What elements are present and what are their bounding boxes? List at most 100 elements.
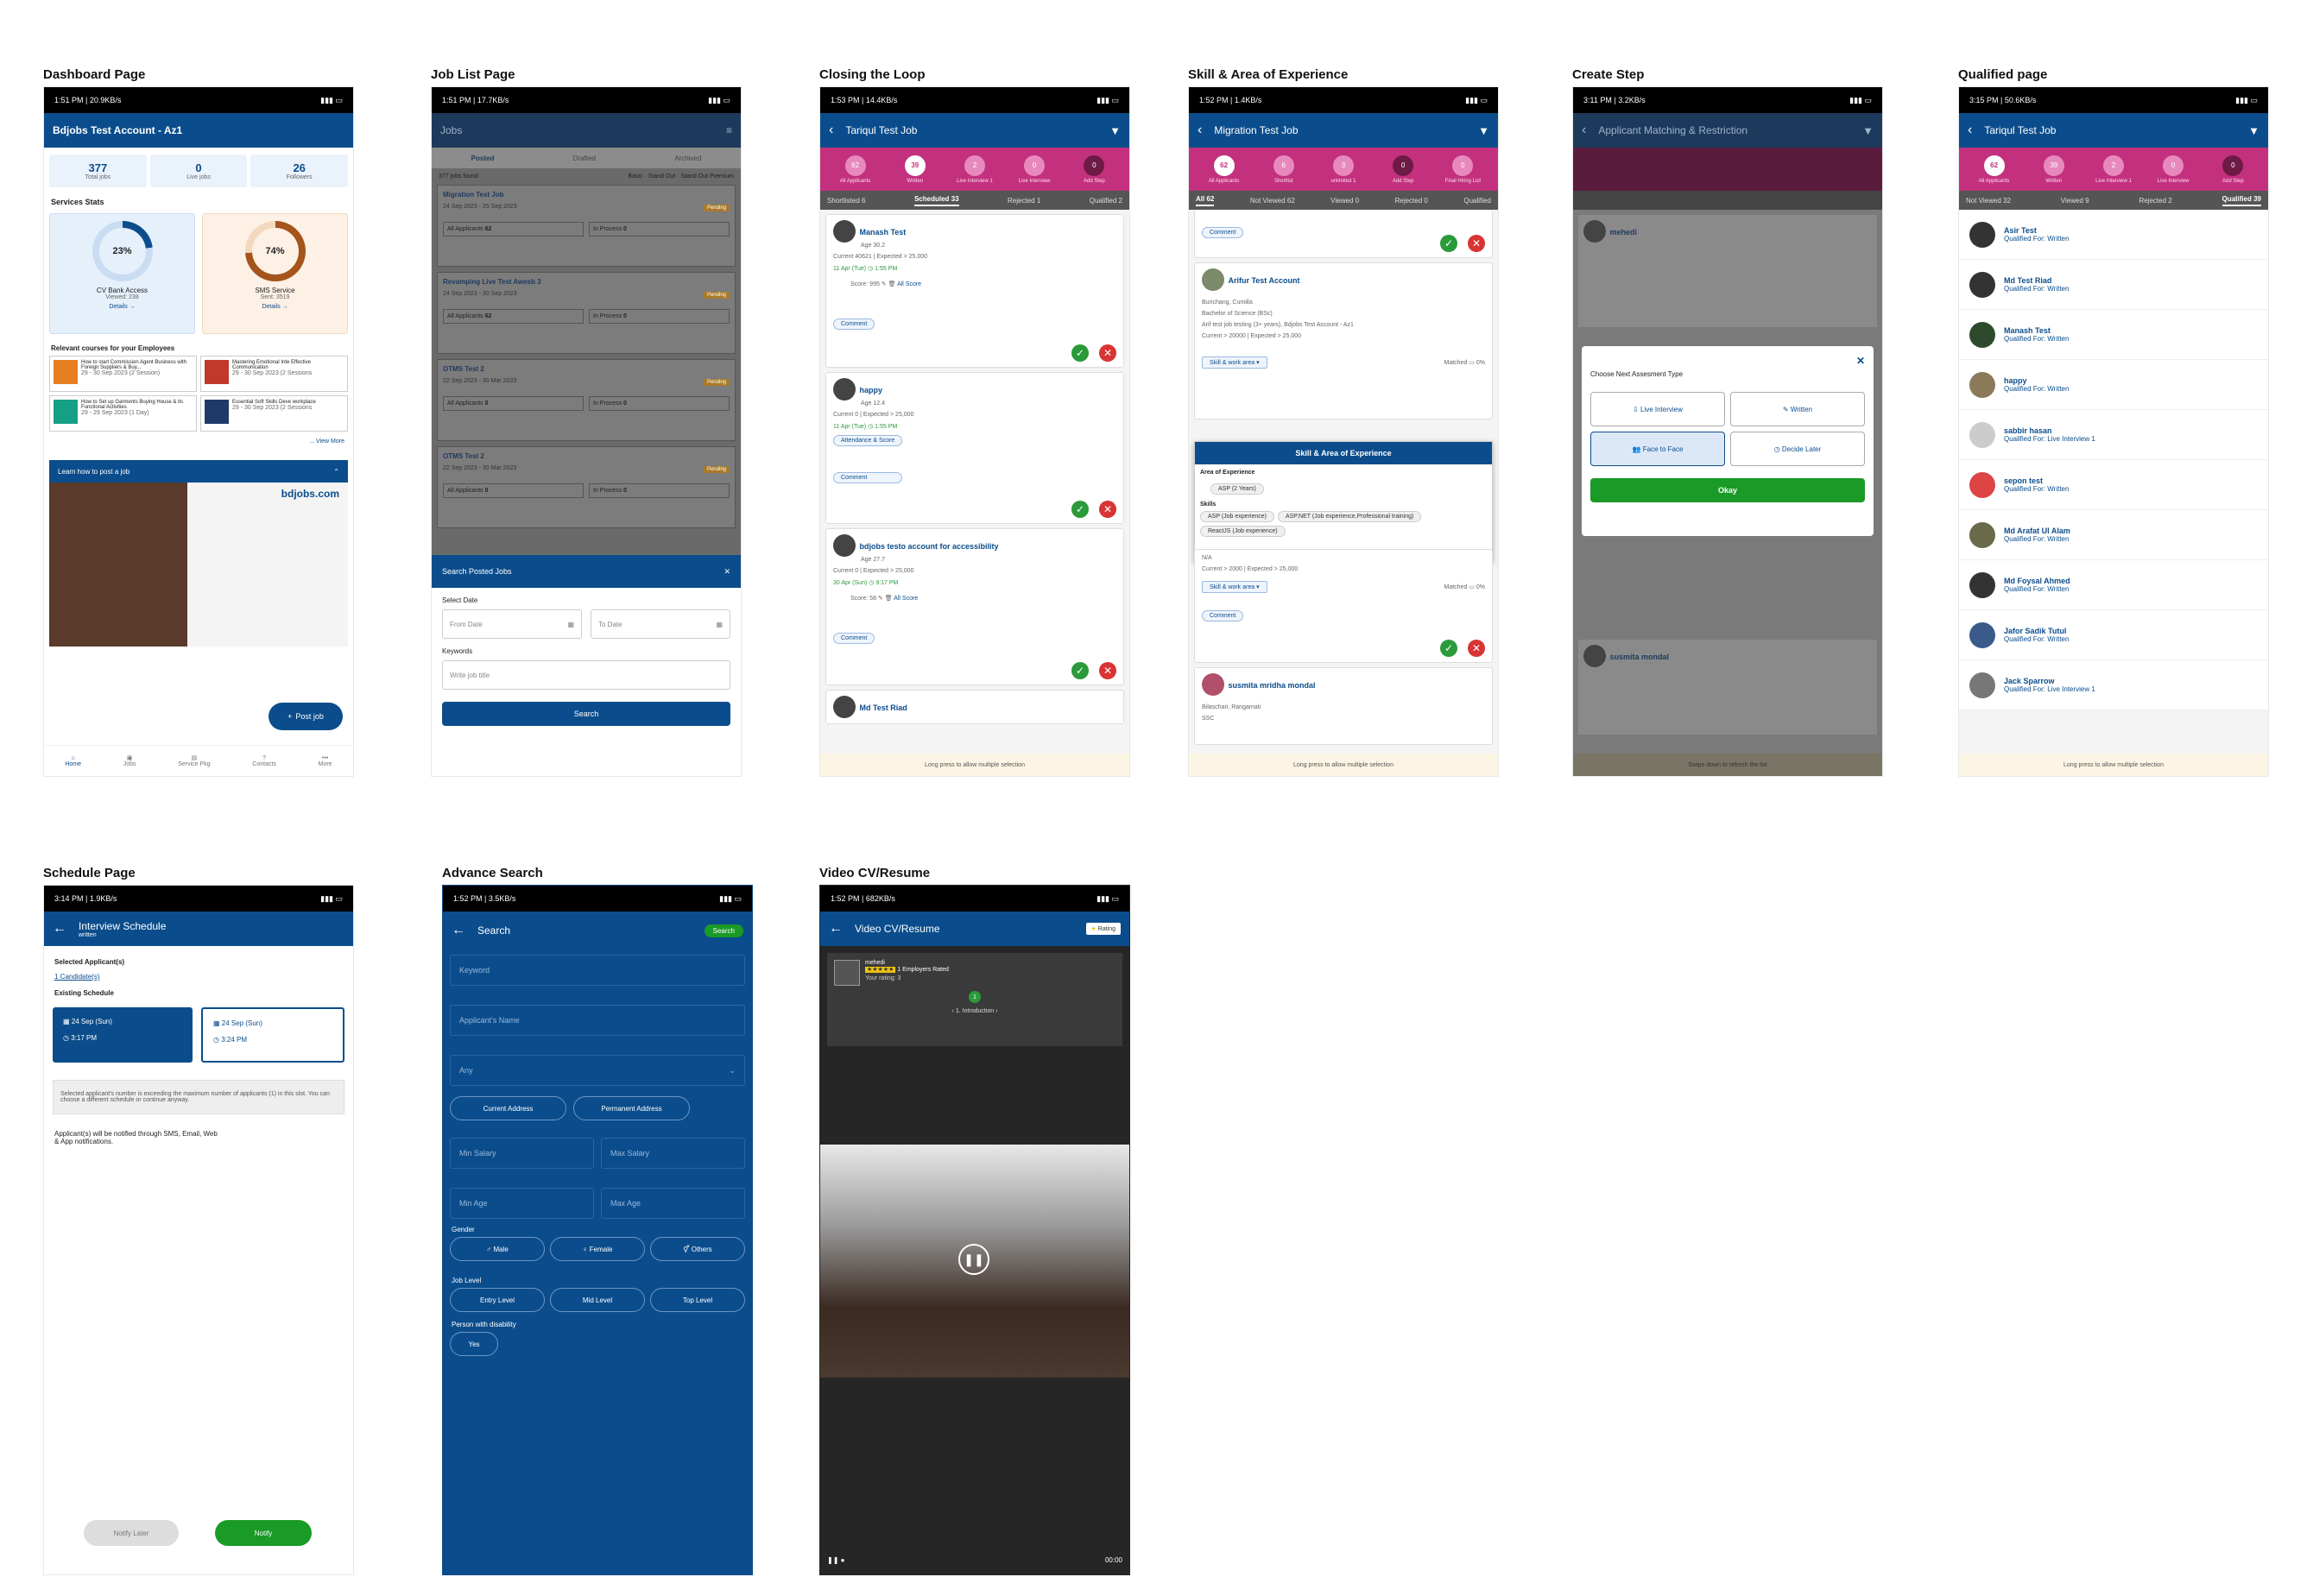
skill-work-dropdown[interactable]: Skill & work area ▾ — [1202, 581, 1267, 593]
check-icon[interactable]: ✓ — [1071, 662, 1089, 679]
rating-button[interactable]: ★ Rating — [1085, 923, 1121, 935]
course-card[interactable]: How to Set up Garments Buying House & it… — [49, 395, 197, 432]
post-job-button[interactable]: + Post job — [269, 703, 343, 730]
applicant-name[interactable]: happy — [859, 386, 882, 394]
back-arrow-icon[interactable]: ‹ — [1968, 123, 1972, 138]
tab-archived[interactable]: Archived — [674, 155, 701, 162]
job-card[interactable]: Revamping Live Test Awesb 3 24 Sep 2023 -… — [437, 272, 736, 354]
view-more-link[interactable]: ... View More — [44, 432, 353, 451]
applicant-name[interactable]: Manash Test — [859, 228, 906, 237]
close-icon[interactable]: ✕ — [724, 567, 730, 577]
comment-chip[interactable]: Comment — [833, 319, 875, 330]
comment-chip[interactable]: Comment — [1202, 227, 1244, 238]
step[interactable]: 62 All Applicants — [1976, 155, 2013, 184]
job-card[interactable]: OTMS Test 2 22 Sep 2023 - 30 Mar 2023 Pend… — [437, 359, 736, 441]
step[interactable]: 3 unlimited 1 — [1325, 155, 1362, 184]
close-icon[interactable]: ✕ — [1590, 355, 1865, 367]
tab-all[interactable]: All 62 — [1196, 195, 1215, 206]
applicant-card-partial[interactable]: Comment ✓ ✕ — [1194, 210, 1493, 258]
back-arrow-icon[interactable]: ← — [53, 921, 66, 937]
keyword-input[interactable]: Write job title — [442, 660, 730, 690]
question-badge[interactable]: 1 — [969, 991, 981, 1003]
applicant-card[interactable]: Manash Test Age 30.2 Current 40621 | Exp… — [825, 214, 1124, 368]
sms-card[interactable]: 74% SMS Service Sent: 3519 Details → — [202, 213, 348, 334]
any-select[interactable]: Any ⌄ — [450, 1055, 745, 1086]
list-item[interactable]: Manash Test Qualified For: Written — [1959, 310, 2268, 360]
video-thumbnail[interactable]: bdjobs.com — [49, 483, 348, 647]
others-pill[interactable]: ⚥ Others — [650, 1237, 745, 1261]
filter-icon[interactable]: ▼ — [2248, 124, 2259, 137]
applicant-card[interactable]: happy Age 12.4 Current 0 | Expected > 25… — [825, 372, 1124, 524]
all-score-link[interactable]: All Score — [894, 596, 918, 602]
all-applicants[interactable]: All Applicants 0 — [443, 483, 584, 498]
pause-small-icon[interactable]: ❚❚ ● — [827, 1556, 844, 1564]
option-written[interactable]: ✎ Written — [1730, 392, 1865, 426]
nav-more[interactable]: ••• More — [319, 755, 332, 767]
tab-not-viewed[interactable]: Not Viewed 32 — [1966, 197, 2011, 205]
in-process[interactable]: In Process 0 — [589, 483, 730, 498]
intro-row[interactable]: ‹ 1. Introduction › — [834, 1008, 1115, 1014]
reject-icon[interactable]: ✕ — [1099, 662, 1116, 679]
applicant-name[interactable]: bdjobs testo account for accessibility — [859, 542, 998, 551]
tab-scheduled[interactable]: Scheduled 33 — [913, 195, 959, 206]
tab-viewed[interactable]: Viewed 0 — [1330, 197, 1359, 205]
all-score-link[interactable]: All Score — [897, 281, 921, 287]
applicant-card[interactable]: susmita mridha mondal Bilaschari, Rangam… — [1194, 667, 1493, 745]
course-card[interactable]: Essential Soft Skills Deve workplace 29 -… — [200, 395, 348, 432]
notify-later-button[interactable]: Notify Later — [84, 1520, 179, 1546]
tab-posted[interactable]: Posted — [471, 155, 495, 162]
in-process[interactable]: In Process 0 — [589, 309, 730, 324]
back-arrow-icon[interactable]: ‹ — [1198, 123, 1202, 138]
step[interactable]: 0 Live Interview — [2155, 155, 2191, 184]
tab-qualified[interactable]: Qualified — [1463, 197, 1491, 205]
filter-icon[interactable]: ▼ — [1109, 124, 1121, 137]
cv-bank-card[interactable]: 23% CV Bank Access Viewed: 238 Details → — [49, 213, 195, 334]
tab-not-viewed[interactable]: Not Viewed 62 — [1250, 197, 1295, 205]
notify-button[interactable]: Notify — [215, 1520, 312, 1546]
candidates-link[interactable]: 1 Candidate(s) — [44, 969, 353, 984]
course-card[interactable]: How to start Commission Agent Business w… — [49, 356, 197, 392]
option-face-to-face[interactable]: 👥 Face to Face — [1590, 432, 1725, 466]
applicant-name[interactable]: susmita mridha mondal — [1228, 681, 1315, 690]
course-card[interactable]: Mastering Emotional Inte Effective Commu… — [200, 356, 348, 392]
menu-icon[interactable]: ≡ — [726, 124, 732, 136]
min-salary-field[interactable]: Min Salary — [450, 1138, 594, 1169]
pause-icon[interactable]: ❚❚ — [958, 1244, 989, 1275]
female-pill[interactable]: ♀ Female — [550, 1237, 645, 1261]
from-date-field[interactable]: From Date ▦ — [442, 609, 582, 639]
in-process[interactable]: In Process 0 — [589, 396, 730, 411]
reject-icon[interactable]: ✕ — [1468, 235, 1485, 252]
step[interactable]: 0 Live Interview — [1016, 155, 1052, 184]
mid-level-pill[interactable]: Mid Level — [550, 1288, 645, 1312]
back-arrow-icon[interactable]: ‹ — [829, 123, 833, 138]
applicant-name[interactable]: Arifur Test Account — [1228, 276, 1299, 285]
cv-details-link[interactable]: Details → — [50, 304, 194, 310]
applicant-card[interactable]: Md Test Riad — [825, 690, 1124, 724]
nav-jobs[interactable]: ▣ Jobs — [123, 754, 136, 767]
check-icon[interactable]: ✓ — [1440, 235, 1457, 252]
check-icon[interactable]: ✓ — [1071, 501, 1089, 518]
applicant-card[interactable]: bdjobs testo account for accessibility A… — [825, 528, 1124, 685]
list-item[interactable]: Md Test Riad Qualified For: Written — [1959, 260, 2268, 310]
check-icon[interactable]: ✓ — [1440, 640, 1457, 657]
step[interactable]: 39 Written — [897, 155, 933, 184]
permanent-address-pill[interactable]: Permanent Address — [573, 1096, 690, 1120]
in-process[interactable]: In Process 0 — [589, 222, 730, 237]
step[interactable]: 62 All Applicants — [1206, 155, 1242, 184]
step[interactable]: 39 Written — [2036, 155, 2072, 184]
option-live-interview[interactable]: ⇩ Live Interview — [1590, 392, 1725, 426]
yes-pill[interactable]: Yes — [450, 1332, 498, 1356]
list-item[interactable]: Jafor Sadik Tutul Qualified For: Written — [1959, 610, 2268, 660]
filter-icon[interactable]: ▼ — [1862, 124, 1874, 137]
nav-service[interactable]: ▤ Service Pkg — [178, 754, 210, 767]
back-arrow-icon[interactable]: ← — [829, 921, 843, 937]
applicant-name-field[interactable]: Applicant's Name — [450, 1005, 745, 1036]
list-item[interactable]: Asir Test Qualified For: Written — [1959, 210, 2268, 260]
current-address-pill[interactable]: Current Address — [450, 1096, 566, 1120]
step[interactable]: 0 Add Step — [1076, 155, 1112, 184]
filter-icon[interactable]: ▼ — [1478, 124, 1489, 137]
reject-icon[interactable]: ✕ — [1099, 501, 1116, 518]
attendance-chip[interactable]: Attendance & Score — [833, 435, 903, 446]
applicant-card[interactable]: N/A Current > 2000 | Expected > 25,000 S… — [1194, 549, 1493, 663]
tab-drafted[interactable]: Drafted — [573, 155, 596, 162]
